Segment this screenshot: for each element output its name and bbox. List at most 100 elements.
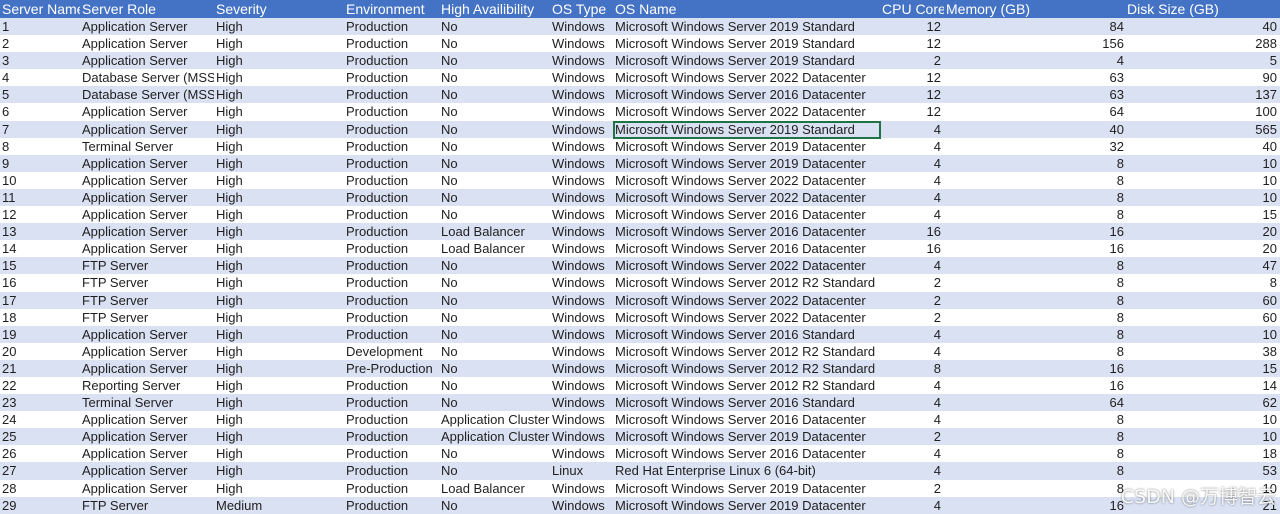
table-cell[interactable]: Production — [344, 52, 439, 69]
table-cell[interactable]: High — [214, 69, 344, 86]
table-cell[interactable]: Application Server — [80, 103, 214, 120]
table-cell[interactable]: Windows — [550, 155, 613, 172]
table-cell[interactable]: 28 — [0, 480, 80, 497]
table-cell[interactable]: Microsoft Windows Server 2012 R2 Standar… — [613, 360, 880, 377]
table-cell[interactable]: Windows — [550, 428, 613, 445]
table-cell[interactable]: Pre-Production — [344, 360, 439, 377]
table-cell[interactable]: Microsoft Windows Server 2016 Datacenter — [613, 445, 880, 462]
table-cell[interactable]: 64 — [944, 394, 1127, 411]
table-cell[interactable]: High — [214, 411, 344, 428]
table-cell[interactable]: 2 — [880, 428, 944, 445]
table-cell[interactable]: 12 — [880, 86, 944, 103]
table-cell[interactable]: 2 — [880, 52, 944, 69]
table-cell[interactable]: No — [439, 360, 550, 377]
column-header[interactable]: Server Role — [80, 0, 214, 18]
table-cell[interactable]: 17 — [0, 292, 80, 309]
table-cell[interactable]: 84 — [944, 18, 1127, 35]
table-cell[interactable]: FTP Server — [80, 274, 214, 291]
table-cell[interactable]: Microsoft Windows Server 2012 R2 Standar… — [613, 377, 880, 394]
table-cell[interactable]: Production — [344, 121, 439, 138]
table-cell[interactable]: 4 — [880, 377, 944, 394]
table-cell[interactable]: Microsoft Windows Server 2016 Datacenter — [613, 223, 880, 240]
table-cell[interactable]: 288 — [1127, 35, 1280, 52]
table-cell[interactable]: 4 — [880, 257, 944, 274]
table-cell[interactable]: High — [214, 138, 344, 155]
table-cell[interactable]: High — [214, 103, 344, 120]
table-cell[interactable]: Load Balancer — [439, 223, 550, 240]
table-cell[interactable]: 137 — [1127, 86, 1280, 103]
table-cell[interactable]: High — [214, 445, 344, 462]
table-cell[interactable]: 4 — [880, 155, 944, 172]
table-cell[interactable]: Application Server — [80, 428, 214, 445]
table-cell[interactable]: 1 — [0, 18, 80, 35]
table-cell[interactable]: 2 — [880, 480, 944, 497]
table-cell[interactable]: Development — [344, 343, 439, 360]
table-cell[interactable]: 8 — [944, 480, 1127, 497]
table-cell[interactable]: Application Server — [80, 411, 214, 428]
table-cell[interactable]: Production — [344, 69, 439, 86]
table-cell[interactable]: Microsoft Windows Server 2022 Datacenter — [613, 172, 880, 189]
table-cell[interactable]: 26 — [0, 445, 80, 462]
table-cell[interactable]: 5 — [1127, 52, 1280, 69]
table-cell[interactable]: Database Server (MSSQL) — [80, 69, 214, 86]
table-cell[interactable]: 16 — [880, 223, 944, 240]
table-cell[interactable]: 18 — [1127, 445, 1280, 462]
table-cell[interactable]: High — [214, 480, 344, 497]
table-cell[interactable]: Production — [344, 462, 439, 479]
table-cell[interactable]: Microsoft Windows Server 2016 Standard — [613, 326, 880, 343]
table-cell[interactable]: 7 — [0, 121, 80, 138]
table-cell[interactable]: Windows — [550, 206, 613, 223]
table-cell[interactable]: 10 — [1127, 172, 1280, 189]
table-cell[interactable]: 5 — [0, 86, 80, 103]
table-cell[interactable]: Windows — [550, 292, 613, 309]
table-cell[interactable]: Application Server — [80, 223, 214, 240]
table-cell[interactable]: 40 — [944, 121, 1127, 138]
table-cell[interactable]: Application Server — [80, 360, 214, 377]
table-cell[interactable]: Windows — [550, 411, 613, 428]
table-cell[interactable]: High — [214, 52, 344, 69]
table-cell[interactable]: Production — [344, 480, 439, 497]
table-cell[interactable]: 8 — [944, 189, 1127, 206]
table-cell[interactable]: High — [214, 155, 344, 172]
table-cell[interactable]: High — [214, 206, 344, 223]
table-cell[interactable]: 8 — [944, 274, 1127, 291]
table-cell[interactable]: Linux — [550, 462, 613, 479]
table-cell[interactable]: No — [439, 206, 550, 223]
table-cell[interactable]: Production — [344, 445, 439, 462]
table-cell[interactable]: Production — [344, 189, 439, 206]
table-cell[interactable]: 9 — [0, 155, 80, 172]
table-cell[interactable]: 25 — [0, 428, 80, 445]
table-cell[interactable]: FTP Server — [80, 292, 214, 309]
table-cell[interactable]: No — [439, 86, 550, 103]
table-cell[interactable]: 12 — [880, 18, 944, 35]
table-cell[interactable]: 565 — [1127, 121, 1280, 138]
table-cell[interactable]: 21 — [0, 360, 80, 377]
table-cell[interactable]: 100 — [1127, 103, 1280, 120]
table-cell[interactable]: Windows — [550, 360, 613, 377]
table-cell[interactable]: Microsoft Windows Server 2019 Standard — [613, 52, 880, 69]
table-cell[interactable]: Windows — [550, 223, 613, 240]
table-cell[interactable]: Database Server (MSSQL) — [80, 86, 214, 103]
table-cell[interactable]: 8 — [944, 309, 1127, 326]
table-cell[interactable]: Microsoft Windows Server 2019 Datacenter — [613, 480, 880, 497]
table-cell[interactable]: 16 — [880, 240, 944, 257]
table-cell[interactable]: 2 — [880, 292, 944, 309]
table-cell[interactable]: No — [439, 394, 550, 411]
table-cell[interactable]: No — [439, 309, 550, 326]
table-cell[interactable]: 4 — [880, 121, 944, 138]
table-cell[interactable]: 8 — [0, 138, 80, 155]
table-cell[interactable]: Application Server — [80, 189, 214, 206]
table-cell[interactable]: Production — [344, 377, 439, 394]
table-cell[interactable]: 12 — [880, 35, 944, 52]
table-cell[interactable]: Production — [344, 18, 439, 35]
table-cell[interactable]: 6 — [0, 103, 80, 120]
table-cell[interactable]: Microsoft Windows Server 2022 Datacenter — [613, 309, 880, 326]
table-cell[interactable]: Application Server — [80, 445, 214, 462]
table-cell[interactable]: Production — [344, 309, 439, 326]
table-cell[interactable]: Microsoft Windows Server 2022 Datacenter — [613, 69, 880, 86]
table-cell[interactable]: Microsoft Windows Server 2019 Datacenter — [613, 428, 880, 445]
table-cell[interactable]: FTP Server — [80, 309, 214, 326]
table-cell[interactable]: Microsoft Windows Server 2019 Datacenter — [613, 497, 880, 514]
table-cell[interactable]: Microsoft Windows Server 2016 Datacenter — [613, 206, 880, 223]
table-cell[interactable]: 2 — [880, 274, 944, 291]
